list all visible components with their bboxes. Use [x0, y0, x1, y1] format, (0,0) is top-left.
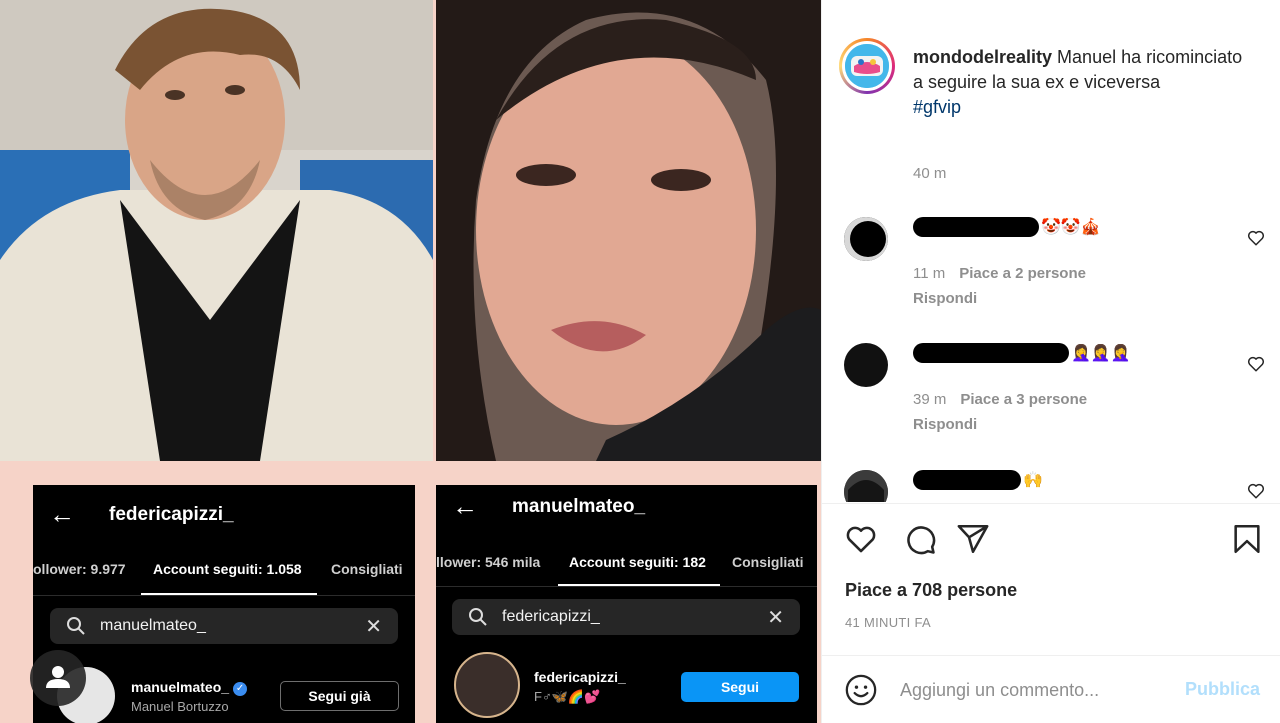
comment-item: 🤡🤡🎪 11 m Piace a 2 persone Rispondi	[822, 217, 1280, 327]
commenter-avatar[interactable]	[844, 343, 888, 387]
paper-plane-icon[interactable]	[956, 522, 990, 556]
heart-icon[interactable]	[844, 522, 878, 556]
woman-photo	[436, 0, 821, 461]
tab-following: Account seguiti: 182	[569, 554, 706, 570]
comment-likes[interactable]: Piace a 3 persone	[960, 391, 1087, 408]
follow-button: Segui	[681, 672, 799, 702]
comment-text: 🤡🤡🎪	[913, 217, 1101, 237]
comment-meta: 11 m Piace a 2 persone	[913, 265, 1086, 282]
comment-likes[interactable]: Piace a 2 persone	[959, 265, 1086, 282]
likes-count[interactable]: Piace a 708 persone	[845, 580, 1017, 601]
hashtag-link[interactable]: #gfvip	[913, 95, 1253, 120]
result-username: manuelmateo_ ✓	[131, 679, 248, 696]
bookmark-icon[interactable]	[1230, 522, 1264, 556]
clear-icon: ✕	[365, 616, 382, 638]
comment-time: 11 m	[913, 265, 946, 282]
caption-time: 40 m	[913, 165, 947, 182]
comment-icon[interactable]	[903, 522, 937, 556]
tab-following: Account seguiti: 1.058	[153, 561, 302, 577]
post-sidebar: mondodelreality Manuel ha ricominciato a…	[821, 0, 1280, 723]
back-arrow-icon: ←	[452, 491, 478, 521]
phone-tabs: ollower: 9.977 Account seguiti: 1.058 Co…	[33, 559, 415, 591]
result-bio: F♂🦋🌈💕	[534, 689, 601, 704]
result-fullname: Manuel Bortuzzo	[131, 699, 229, 714]
phone-header: ← federicapizzi_	[33, 485, 415, 545]
phone-username: manuelmateo_	[512, 496, 646, 517]
post-caption: mondodelreality Manuel ha ricominciato a…	[822, 0, 1280, 200]
instagram-post-view: ← federicapizzi_ ollower: 9.977 Account …	[0, 0, 1280, 723]
phone-username: federicapizzi_	[109, 504, 234, 525]
commenter-avatar[interactable]	[844, 217, 888, 261]
search-icon	[469, 608, 487, 626]
phone-tabs: llower: 546 mila Account seguiti: 182 Co…	[436, 552, 817, 584]
tab-suggested: Consigliati	[732, 554, 804, 570]
comment-item: 🤦‍♀️🤦‍♀️🤦‍♀️ 39 m Piace a 3 persone Rispo…	[822, 343, 1280, 453]
post-actions	[822, 518, 1280, 562]
comment-emojis: 🤡🤡🎪	[1041, 219, 1101, 236]
redacted-username	[913, 217, 1039, 237]
following-button: Segui già	[280, 681, 399, 711]
reply-button[interactable]: Rispondi	[913, 416, 977, 433]
divider	[822, 503, 1280, 504]
search-query: manuelmateo_	[100, 617, 206, 634]
tab-followers: ollower: 9.977	[33, 561, 126, 577]
screenshot-manuelmateo-following: ← manuelmateo_ llower: 546 mila Account …	[436, 485, 817, 723]
result-username: federicapizzi_	[534, 669, 626, 685]
man-photo	[0, 0, 433, 461]
screenshot-federicapizzi-following: ← federicapizzi_ ollower: 9.977 Account …	[33, 485, 415, 723]
phone-header: ← manuelmateo_	[436, 485, 817, 545]
tab-suggested: Consigliati	[331, 561, 403, 577]
user-icon	[46, 666, 70, 688]
publish-button[interactable]: Pubblica	[1185, 679, 1260, 700]
reply-button[interactable]: Rispondi	[913, 290, 977, 307]
verified-badge-icon: ✓	[233, 682, 248, 696]
phone-search-bar: manuelmateo_ ✕	[50, 608, 398, 644]
divider	[33, 595, 415, 596]
result-avatar	[454, 652, 520, 718]
comment-meta: 39 m Piace a 3 persone	[913, 391, 1087, 408]
author-username[interactable]: mondodelreality	[913, 47, 1052, 67]
clear-icon: ✕	[767, 607, 784, 629]
comment-emojis: 🙌	[1023, 472, 1043, 489]
comment-text: 🙌	[913, 470, 1043, 490]
user-tags-button[interactable]	[30, 650, 86, 706]
phone-search-bar: federicapizzi_ ✕	[452, 599, 800, 635]
post-timestamp: 41 MINUTI FA	[845, 615, 931, 630]
add-comment-bar: Pubblica	[822, 655, 1280, 723]
comment-heart-icon[interactable]	[1247, 482, 1265, 500]
author-avatar[interactable]	[839, 38, 895, 94]
mondodelreality-logo-icon	[845, 44, 889, 88]
comment-emojis: 🤦‍♀️🤦‍♀️🤦‍♀️	[1071, 345, 1131, 362]
back-arrow-icon: ←	[49, 499, 75, 529]
redacted-username	[913, 343, 1069, 363]
comment-time: 39 m	[913, 391, 947, 408]
comment-heart-icon[interactable]	[1247, 355, 1265, 373]
commenter-avatar[interactable]	[844, 470, 888, 502]
comment-text: 🤦‍♀️🤦‍♀️🤦‍♀️	[913, 343, 1131, 363]
comment-item: 🙌	[822, 470, 1280, 502]
caption-text: mondodelreality Manuel ha ricominciato a…	[913, 45, 1253, 120]
smiley-icon[interactable]	[844, 673, 878, 707]
tab-followers: llower: 546 mila	[436, 554, 541, 570]
redacted-username	[913, 470, 1021, 490]
search-query: federicapizzi_	[502, 608, 600, 625]
divider	[436, 586, 817, 587]
comment-input[interactable]	[900, 677, 1160, 703]
comment-heart-icon[interactable]	[1247, 229, 1265, 247]
post-media[interactable]: ← federicapizzi_ ollower: 9.977 Account …	[0, 0, 821, 723]
search-icon	[67, 617, 85, 635]
